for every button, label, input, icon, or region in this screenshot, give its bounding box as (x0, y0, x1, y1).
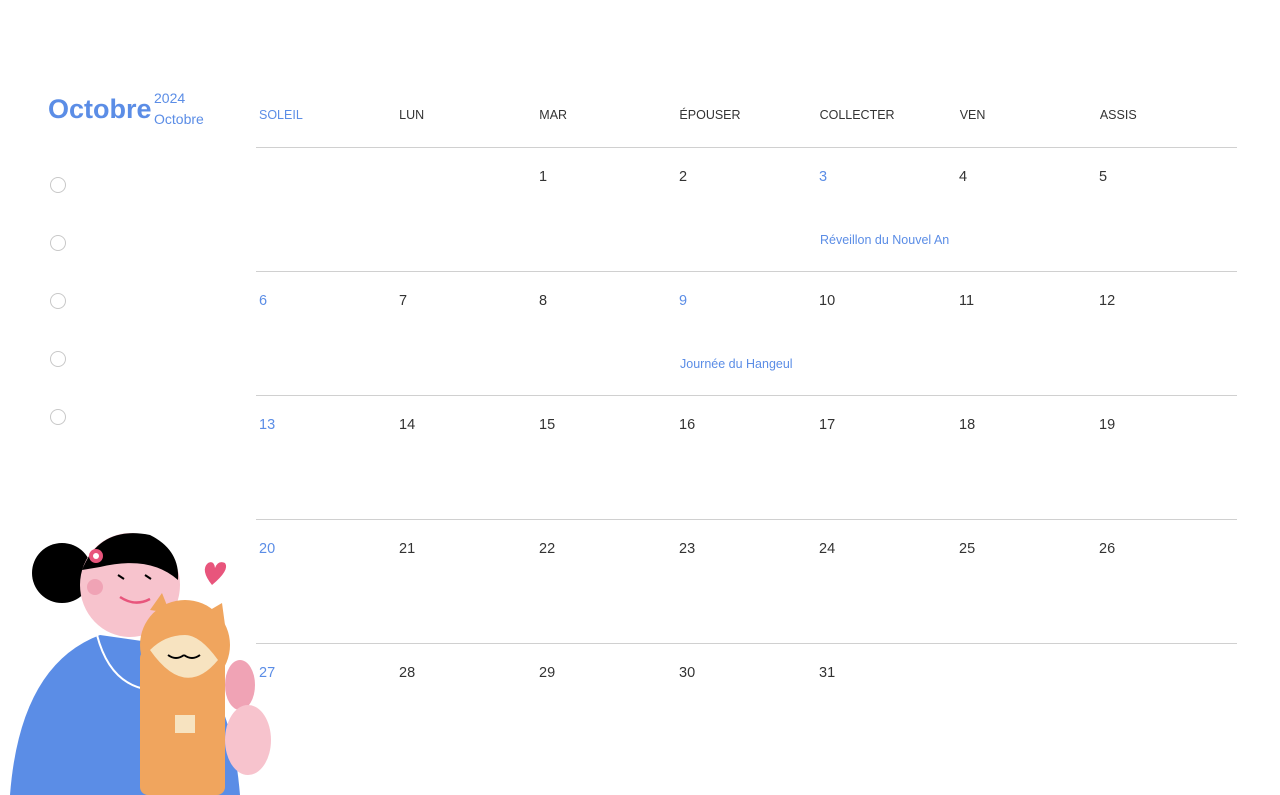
day-cell[interactable]: 9 Journée du Hangeul (676, 272, 816, 395)
day-cell[interactable]: 31 (816, 644, 956, 767)
day-cell[interactable]: 4 (956, 148, 1096, 271)
day-cell[interactable]: 10 (816, 272, 956, 395)
holiday-event[interactable]: Réveillon du Nouvel An (820, 233, 949, 247)
day-number: 15 (539, 417, 556, 433)
day-cell[interactable]: 22 (536, 520, 676, 643)
day-cell[interactable]: 23 (676, 520, 816, 643)
day-cell[interactable] (956, 644, 1096, 767)
day-number: 25 (959, 541, 976, 557)
day-number: 29 (539, 665, 556, 681)
day-number: 5 (1099, 169, 1108, 185)
checklist-checkbox[interactable] (50, 235, 66, 251)
day-number: 4 (959, 169, 968, 185)
day-cell[interactable]: 3 Réveillon du Nouvel An (816, 148, 956, 271)
weekday-label: MAR (539, 108, 568, 122)
day-number: 13 (259, 417, 276, 433)
day-number: 22 (539, 541, 556, 557)
day-cell[interactable]: 18 (956, 396, 1096, 519)
day-number: 18 (959, 417, 976, 433)
day-number: 6 (259, 293, 268, 309)
day-number: 19 (1099, 417, 1116, 433)
day-cell[interactable] (1096, 644, 1236, 767)
day-cell[interactable]: 11 (956, 272, 1096, 395)
day-cell[interactable]: 29 (536, 644, 676, 767)
day-cell[interactable]: 5 (1096, 148, 1236, 271)
day-number: 9 (679, 293, 688, 309)
day-cell[interactable]: 7 (396, 272, 536, 395)
day-number: 3 (819, 169, 828, 185)
day-number: 30 (679, 665, 696, 681)
weekday-header: SOLEIL LUN MAR ÉPOUSER COLLECTER VEN ASSIS (256, 100, 1237, 148)
week-row: 1 2 3 Réveillon du Nouvel An 4 5 (256, 148, 1237, 272)
checklist-checkbox[interactable] (50, 351, 66, 367)
day-number: 28 (399, 665, 416, 681)
day-number: 21 (399, 541, 416, 557)
day-cell[interactable]: 25 (956, 520, 1096, 643)
day-cell[interactable]: 1 (536, 148, 676, 271)
day-number: 31 (819, 665, 836, 681)
checklist-checkbox[interactable] (50, 409, 66, 425)
month-subtitle: Octobre (154, 111, 204, 127)
day-number: 17 (819, 417, 836, 433)
day-number: 14 (399, 417, 416, 433)
weekday-label: SOLEIL (259, 108, 303, 122)
day-cell[interactable]: 17 (816, 396, 956, 519)
day-cell[interactable]: 28 (396, 644, 536, 767)
month-title: Octobre (48, 94, 152, 124)
day-number: 12 (1099, 293, 1116, 309)
day-cell[interactable]: 26 (1096, 520, 1236, 643)
day-cell[interactable] (256, 148, 396, 271)
day-cell[interactable]: 21 (396, 520, 536, 643)
day-number: 7 (399, 293, 408, 309)
day-number: 24 (819, 541, 836, 557)
day-number: 26 (1099, 541, 1116, 557)
day-number: 11 (959, 293, 975, 309)
weekday-label: VEN (959, 108, 986, 122)
day-cell[interactable]: 24 (816, 520, 956, 643)
day-cell[interactable]: 19 (1096, 396, 1236, 519)
weekday-label: LUN (399, 108, 425, 122)
checklist-checkbox[interactable] (50, 293, 66, 309)
girl-with-cat-illustration (10, 533, 271, 795)
holiday-event[interactable]: Journée du Hangeul (680, 357, 793, 371)
checklist (50, 177, 66, 467)
week-row: 27 28 29 30 31 (256, 644, 1237, 767)
checklist-checkbox[interactable] (50, 177, 66, 193)
day-cell[interactable]: 12 (1096, 272, 1236, 395)
week-row: 20 21 22 23 24 25 26 (256, 520, 1237, 644)
day-cell[interactable] (396, 148, 536, 271)
day-number: 16 (679, 417, 696, 433)
day-cell[interactable]: 8 (536, 272, 676, 395)
day-number: 8 (539, 293, 548, 309)
weekday-label: COLLECTER (819, 108, 895, 122)
day-cell[interactable]: 14 (396, 396, 536, 519)
day-cell[interactable]: 15 (536, 396, 676, 519)
day-number: 1 (539, 169, 548, 185)
day-number: 2 (679, 169, 688, 185)
day-cell[interactable]: 2 (676, 148, 816, 271)
week-row: 6 7 8 9 Journée du Hangeul 10 11 12 (256, 272, 1237, 396)
day-number: 23 (679, 541, 696, 557)
year-label: 2024 (154, 90, 186, 106)
calendar-grid: SOLEIL LUN MAR ÉPOUSER COLLECTER VEN ASSIS 123… (256, 100, 1237, 767)
day-cell[interactable]: 30 (676, 644, 816, 767)
weekday-label: ASSIS (1099, 108, 1137, 122)
day-cell[interactable]: 13 (256, 396, 396, 519)
week-row: 13 14 15 16 17 18 19 (256, 396, 1237, 520)
weekday-label: ÉPOUSER (679, 108, 741, 122)
day-number: 10 (819, 293, 836, 309)
day-cell[interactable]: 6 (256, 272, 396, 395)
day-cell[interactable]: 16 (676, 396, 816, 519)
